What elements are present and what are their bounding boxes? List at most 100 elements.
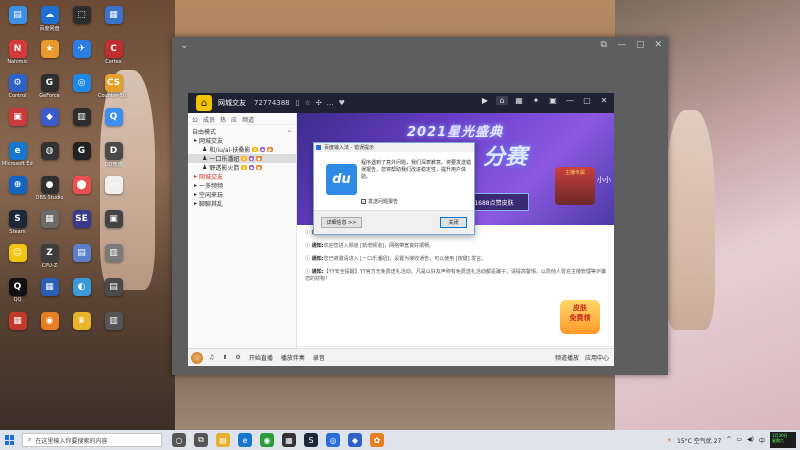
desktop-icon[interactable]: ★ (34, 40, 65, 72)
close-button[interactable]: 关闭 (440, 217, 467, 228)
sidebar-tab[interactable]: 成员 (203, 115, 215, 124)
channel-tree-item[interactable]: ♟ 和/iu/ai-扶桑影 ♛ ◆ ● (188, 145, 296, 154)
channel-action-icon[interactable]: ♥ (339, 99, 345, 107)
clock[interactable]: 1月30日 星期六 (770, 432, 796, 448)
desktop-icon[interactable]: ✈ (66, 40, 97, 72)
desktop-icon[interactable]: ◍ (34, 142, 65, 174)
bottom-action[interactable]: ⬆ (222, 353, 227, 362)
channel-tree-item[interactable]: ▸ 一多频频 (188, 181, 296, 190)
channel-tree-item[interactable]: ▸ 网城交友 (188, 136, 296, 145)
desktop-icon[interactable]: ◐ (66, 278, 97, 310)
taskbar-app-icon[interactable]: ◉ (260, 433, 274, 447)
desktop-icon[interactable]: ▤ (66, 244, 97, 276)
app-toolbar-icon[interactable]: ⌂ (496, 96, 508, 105)
bottom-action[interactable]: 播放伴奏 (281, 353, 305, 362)
window-control-icon[interactable]: ✕ (654, 40, 662, 50)
start-button[interactable] (0, 430, 20, 450)
chevron-down-icon[interactable]: ⌄ (180, 40, 188, 51)
desktop-icon[interactable]: ⚙ Control (2, 74, 33, 106)
send-report-checkbox[interactable]: ✓ 发送问题报告 (361, 198, 398, 205)
app-toolbar-icon[interactable]: ✦ (530, 96, 542, 105)
desktop-icon[interactable]: ☁ 百度网盘 (34, 6, 65, 38)
bottom-action[interactable]: ♫ (209, 353, 214, 362)
desktop-icon[interactable]: ⬤ (66, 176, 97, 208)
tray-icon[interactable]: 中 (759, 436, 765, 445)
channel-tree-item[interactable]: ▸ 聊聊其乱 (188, 199, 296, 208)
channel-action-icon[interactable]: … (327, 99, 334, 107)
desktop-icon[interactable]: ▦ (98, 6, 129, 38)
desktop-icon[interactable]: D DO微博 (98, 142, 129, 174)
desktop-icon[interactable]: ▥ (98, 312, 129, 344)
desktop-icon[interactable]: ☺ (2, 244, 33, 276)
channel-tree-item[interactable]: ♟ 野透影火箭 ♛ ◆ ● (188, 163, 296, 172)
bottom-action[interactable]: 开始直播 (249, 353, 273, 362)
desktop-icon[interactable]: ◆ (34, 108, 65, 140)
desktop-icon[interactable]: C Cortex (98, 40, 129, 72)
window-control-icon[interactable]: ▢ (636, 40, 645, 50)
desktop-icon[interactable]: ◉ (34, 312, 65, 344)
taskbar-app-icon[interactable]: ◎ (326, 433, 340, 447)
remote-window-titlebar[interactable]: ⌄ ⧉ — ▢ ✕ (172, 37, 668, 55)
desktop-icon[interactable]: CSCounter-Strike Global Off... (98, 74, 129, 106)
bottom-action[interactable]: ⚙ (235, 353, 240, 362)
desktop-icon[interactable]: ▤ (2, 6, 33, 38)
desktop-icon[interactable]: Q QQ (2, 278, 33, 310)
sidebar-tab[interactable]: 频道 (242, 115, 254, 124)
sidebar-tab[interactable]: 热 (220, 115, 226, 124)
desktop-icon[interactable]: ▣ (2, 108, 33, 140)
channel-tree-item[interactable]: ▸ 空闲来玩 (188, 190, 296, 199)
desktop-icon[interactable]: ▦ (34, 210, 65, 242)
taskbar-app-icon[interactable]: ○ (172, 433, 186, 447)
channel-action-icon[interactable]: ☆ (305, 99, 311, 107)
banner-card-gift[interactable]: 主播专属 (555, 167, 595, 205)
mode-selector[interactable]: 自由模式 ⌄ (188, 125, 296, 136)
desktop-icon[interactable]: ▥ (66, 108, 97, 140)
taskbar-app-icon[interactable]: ⧉ (194, 433, 208, 447)
desktop-icon[interactable]: ◎ (66, 74, 97, 106)
desktop-icon[interactable]: S Steam (2, 210, 33, 242)
taskbar-app-icon[interactable]: e (238, 433, 252, 447)
desktop-icon[interactable]: G GeForce (34, 74, 65, 106)
desktop-icon[interactable]: Q (98, 108, 129, 140)
desktop-icon[interactable]: Z CPU-Z (34, 244, 65, 276)
tray-icon[interactable]: ◀) (747, 436, 754, 445)
details-button[interactable]: 详细信息 >> (321, 217, 362, 228)
desktop-icon[interactable]: ● OBS Studio (34, 176, 65, 208)
desktop-icon[interactable]: ▭ (98, 176, 129, 208)
desktop-icon[interactable]: ⬚ (66, 6, 97, 38)
desktop-icon[interactable]: ▣ (98, 210, 129, 242)
taskbar-app-icon[interactable]: S (304, 433, 318, 447)
app-toolbar-icon[interactable]: ▣ (547, 96, 559, 105)
tray-icon[interactable]: ^ (726, 436, 731, 445)
window-control-icon[interactable]: ⧉ (601, 40, 607, 50)
avatar[interactable] (191, 351, 203, 364)
home-logo-icon[interactable]: ⌂ (196, 95, 212, 111)
app-toolbar-icon[interactable]: — (564, 96, 576, 105)
desktop-icon[interactable]: ⊕ (2, 176, 33, 208)
bottom-right-action[interactable]: 频道播放 (555, 353, 579, 362)
bottom-action[interactable]: 录音 (313, 353, 325, 362)
app-toolbar-icon[interactable]: ✕ (598, 96, 610, 105)
desktop-icon[interactable]: ▥ (98, 244, 129, 276)
sidebar-tab[interactable]: 应 (231, 115, 237, 124)
free-skin-badge[interactable]: 皮肤 免费领 (560, 300, 600, 334)
sidebar-tab[interactable]: 公 (192, 115, 198, 124)
taskbar-search[interactable]: ⌕ 在这里输入你要搜索的内容 (22, 433, 162, 447)
bottom-right-action[interactable]: 应用中心 (585, 353, 609, 362)
app-toolbar-icon[interactable]: ▶ (479, 96, 491, 105)
weather-text[interactable]: 15°C 空气优 27 (677, 436, 721, 445)
tray-icon[interactable]: ▭ (736, 436, 742, 445)
desktop-icon[interactable]: SE (66, 210, 97, 242)
channel-action-icon[interactable]: ✣ (316, 99, 322, 107)
channel-action-icon[interactable]: ▯ (296, 99, 300, 107)
app-toolbar-icon[interactable]: ▦ (513, 96, 525, 105)
taskbar-app-icon[interactable]: ✿ (370, 433, 384, 447)
desktop-icon[interactable]: N Nahimic (2, 40, 33, 72)
desktop-icon[interactable]: G (66, 142, 97, 174)
dialog-titlebar[interactable]: 百度输入法 - 错误提示 (314, 143, 474, 152)
desktop-icon[interactable]: ▦ (34, 278, 65, 310)
taskbar-app-icon[interactable]: ◆ (348, 433, 362, 447)
taskbar-app-icon[interactable]: ▦ (282, 433, 296, 447)
desktop-icon[interactable]: ▦ (2, 312, 33, 344)
channel-tree-item[interactable]: ▸ 网城交友 (188, 172, 296, 181)
